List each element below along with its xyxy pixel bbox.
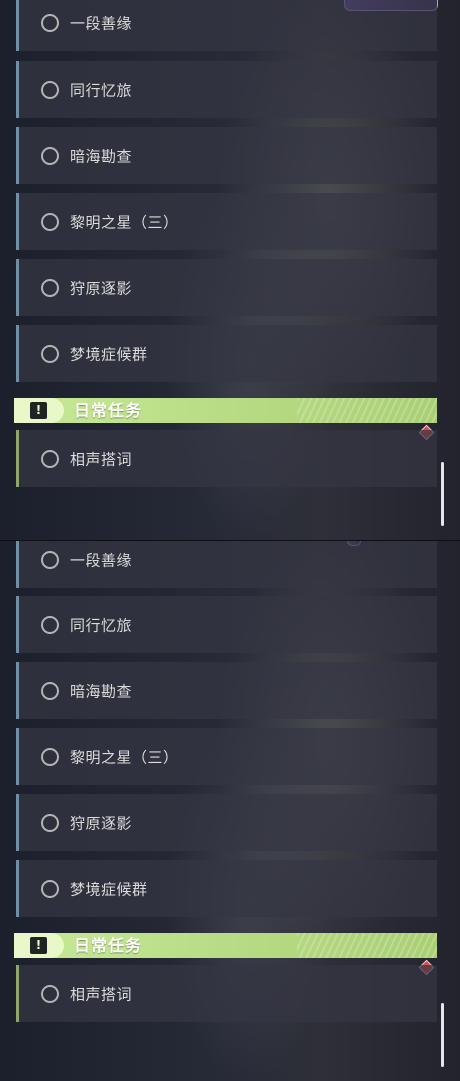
quest-label: 暗海勘查	[70, 682, 133, 700]
header-stripes	[297, 933, 437, 958]
header-pill: !	[14, 933, 64, 958]
exclamation-icon: !	[30, 402, 47, 419]
exclamation-icon: !	[30, 937, 47, 954]
daily-quest-item[interactable]: 相声搭词	[16, 430, 437, 487]
quest-label: 相声搭词	[70, 985, 133, 1003]
quest-label: 黎明之星（三）	[70, 748, 179, 766]
circle-icon	[41, 13, 59, 32]
section-title: 日常任务	[74, 936, 143, 955]
quest-label: 梦境症候群	[70, 880, 148, 898]
circle-icon	[41, 681, 59, 700]
header-pill: !	[14, 398, 64, 423]
quest-item[interactable]: 同行忆旅	[16, 596, 437, 653]
section-title: 日常任务	[74, 401, 143, 420]
quest-item[interactable]: 暗海勘查	[16, 662, 437, 719]
quest-item[interactable]: 黎明之星（三）	[16, 728, 437, 785]
scrollbar-thumb[interactable]	[441, 462, 444, 526]
quest-label: 相声搭词	[70, 450, 133, 468]
quest-label: 一段善缘	[70, 14, 133, 32]
quest-panel-top: 一段善缘 同行忆旅 暗海勘查 黎明之星（三） 狩原逐影 梦境症候群 ! 日常任务…	[0, 0, 460, 540]
daily-section-header[interactable]: ! 日常任务	[14, 933, 437, 958]
circle-icon	[41, 80, 59, 99]
quest-item[interactable]: 黎明之星（三）	[16, 193, 437, 250]
quest-item[interactable]: 梦境症候群	[16, 860, 437, 917]
circle-icon	[41, 747, 59, 766]
quest-item[interactable]: 暗海勘查	[16, 127, 437, 184]
daily-section-header[interactable]: ! 日常任务	[14, 398, 437, 423]
circle-icon	[41, 146, 59, 165]
circle-icon	[41, 278, 59, 297]
quest-label: 同行忆旅	[70, 81, 133, 99]
quest-item[interactable]: 同行忆旅	[16, 61, 437, 118]
quest-label: 狩原逐影	[70, 279, 133, 297]
quest-label: 同行忆旅	[70, 616, 133, 634]
daily-quest-item[interactable]: 相声搭词	[16, 965, 437, 1022]
circle-icon	[41, 550, 59, 569]
quest-label: 一段善缘	[70, 551, 133, 569]
circle-icon	[41, 212, 59, 231]
quest-label: 暗海勘查	[70, 147, 133, 165]
circle-icon	[41, 615, 59, 634]
scrollbar-thumb[interactable]	[441, 1003, 444, 1067]
quest-label: 梦境症候群	[70, 345, 148, 363]
quest-item[interactable]: 一段善缘	[16, 541, 437, 588]
circle-icon	[41, 813, 59, 832]
header-stripes	[297, 398, 437, 423]
circle-icon	[41, 879, 59, 898]
quest-label: 狩原逐影	[70, 814, 133, 832]
circle-icon	[41, 984, 59, 1003]
circle-icon	[41, 449, 59, 468]
quest-item[interactable]: 狩原逐影	[16, 259, 437, 316]
quest-item[interactable]: 梦境症候群	[16, 325, 437, 382]
circle-icon	[41, 344, 59, 363]
quest-label: 黎明之星（三）	[70, 213, 179, 231]
quest-item[interactable]: 一段善缘	[16, 0, 437, 51]
quest-item[interactable]: 狩原逐影	[16, 794, 437, 851]
quest-panel-bottom: 一段善缘 同行忆旅 暗海勘查 黎明之星（三） 狩原逐影 梦境症候群 ! 日常任务…	[0, 540, 460, 1081]
